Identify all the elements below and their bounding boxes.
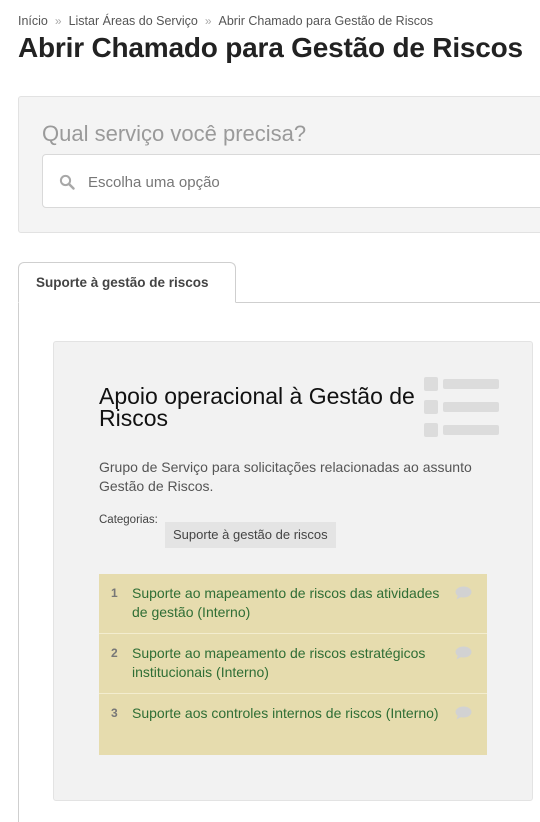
service-number: 1 [111, 586, 118, 600]
service-item[interactable]: 2 Suporte ao mapeamento de riscos estrat… [99, 634, 487, 694]
search-input[interactable] [88, 169, 488, 195]
tab-label: Suporte à gestão de riscos [36, 275, 209, 290]
service-list: 1 Suporte ao mapeamento de riscos das at… [99, 574, 487, 755]
breadcrumb-separator: » [54, 14, 62, 28]
service-group-card: Apoio operacional à Gestão de Riscos Gru… [53, 341, 533, 801]
service-link[interactable]: Suporte ao mapeamento de riscos estratég… [132, 644, 452, 682]
tab-suporte-gestao-riscos[interactable]: Suporte à gestão de riscos [18, 262, 236, 303]
chat-icon [455, 646, 472, 660]
chat-icon [455, 706, 472, 720]
service-link[interactable]: Suporte aos controles internos de riscos… [132, 704, 452, 723]
page-title: Abrir Chamado para Gestão de Riscos [18, 32, 523, 63]
service-group-title: Apoio operacional à Gestão de Riscos [99, 383, 415, 431]
service-item[interactable]: 3 Suporte aos controles internos de risc… [99, 694, 487, 755]
service-number: 3 [111, 706, 118, 720]
list-icon [424, 377, 499, 437]
category-badge[interactable]: Suporte à gestão de riscos [165, 522, 336, 548]
chat-icon [455, 586, 472, 600]
search-heading: Qual serviço você precisa? [42, 121, 307, 146]
breadcrumb-current: Abrir Chamado para Gestão de Riscos [218, 14, 434, 28]
breadcrumb-home-link[interactable]: Início [18, 14, 48, 28]
service-group-description: Grupo de Serviço para solicitações relac… [99, 459, 472, 494]
search-panel: Qual serviço você precisa? [18, 96, 540, 233]
categories-label: Categorias: [99, 514, 158, 526]
search-icon [59, 174, 75, 190]
breadcrumb-separator: » [204, 14, 212, 28]
breadcrumb-service-areas-link[interactable]: Listar Áreas do Serviço [69, 14, 198, 28]
service-link[interactable]: Suporte ao mapeamento de riscos das ativ… [132, 584, 452, 622]
service-item[interactable]: 1 Suporte ao mapeamento de riscos das at… [99, 574, 487, 634]
breadcrumb: Início » Listar Áreas do Serviço » Abrir Cha… [18, 14, 433, 28]
service-number: 2 [111, 646, 118, 660]
search-box[interactable] [42, 154, 540, 208]
